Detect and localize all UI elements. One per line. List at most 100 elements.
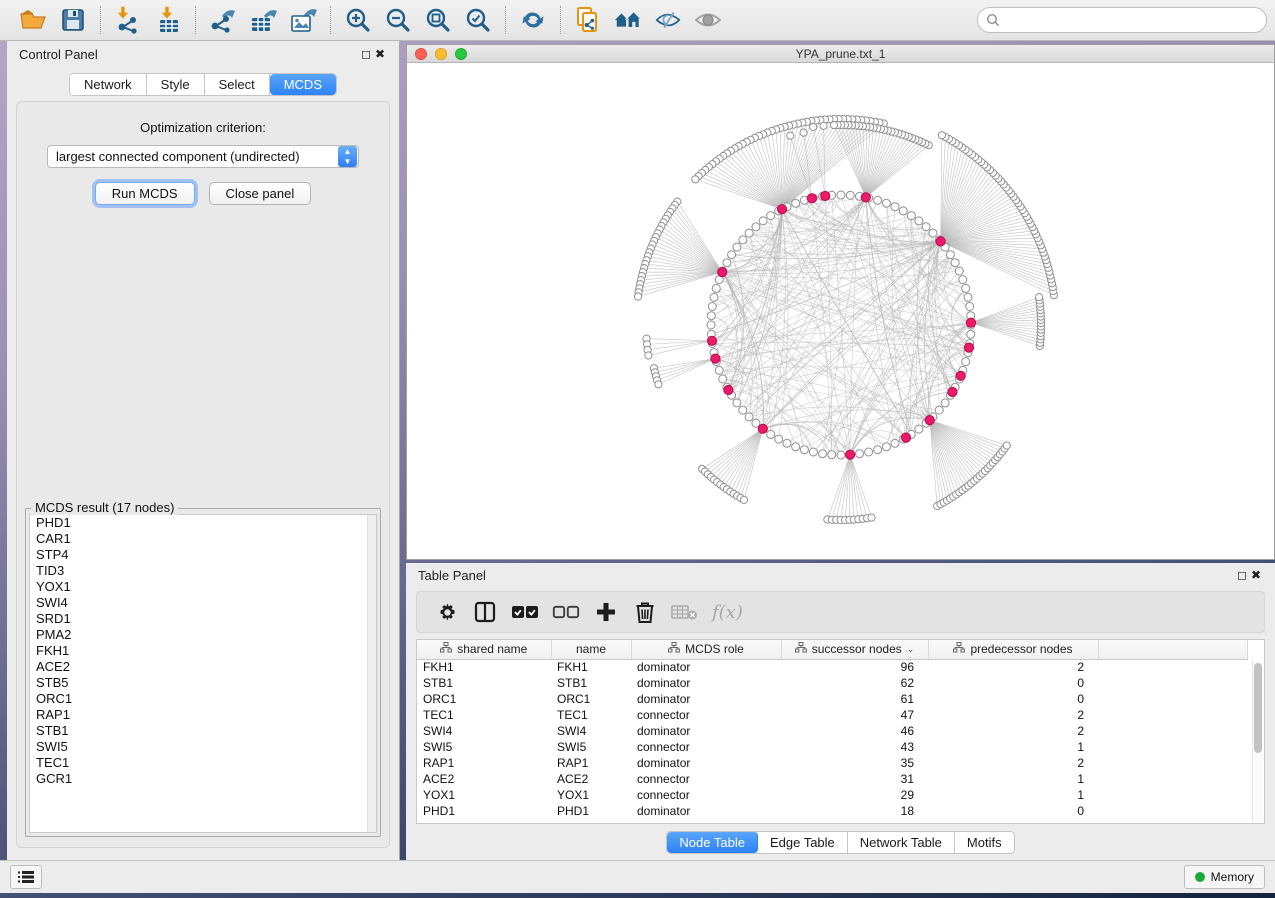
network-window-title: YPA_prune.txt_1: [407, 47, 1274, 61]
table-cell: [1098, 659, 1247, 675]
optimization-criterion-label: Optimization criterion:: [17, 120, 389, 135]
clone-network-button[interactable]: [573, 5, 603, 35]
column-view-button[interactable]: [472, 599, 498, 625]
tab-style[interactable]: Style: [147, 74, 205, 95]
zoom-fit-icon: [424, 6, 452, 34]
table-cell: connector: [631, 787, 781, 803]
tab-select[interactable]: Select: [205, 74, 270, 95]
list-item[interactable]: YOX1: [30, 579, 376, 595]
save-icon: [60, 7, 86, 33]
zoom-out-button[interactable]: [383, 5, 413, 35]
memory-button[interactable]: Memory: [1184, 865, 1265, 889]
deselect-all-rows-button[interactable]: [552, 599, 580, 625]
optimization-criterion-select[interactable]: largest connected component (undirected)…: [47, 145, 359, 168]
table-row[interactable]: SWI4SWI4dominator462: [417, 723, 1247, 739]
list-item[interactable]: PMA2: [30, 627, 376, 643]
list-item[interactable]: FKH1: [30, 643, 376, 659]
column-header-MCDS-role[interactable]: MCDS role: [631, 640, 781, 659]
table-row[interactable]: TEC1TEC1connector472: [417, 707, 1247, 723]
table-cell: 1: [928, 787, 1098, 803]
zoom-in-icon: [344, 6, 372, 34]
first-neighbors-button[interactable]: [613, 5, 643, 35]
select-all-rows-button[interactable]: [511, 599, 539, 625]
export-network-button[interactable]: [208, 5, 238, 35]
table-scrollbar[interactable]: [1252, 661, 1263, 822]
table-cell: dominator: [631, 659, 781, 675]
table-row[interactable]: ACE2ACE2connector311: [417, 771, 1247, 787]
list-item[interactable]: SWI5: [30, 739, 376, 755]
zoom-in-button[interactable]: [343, 5, 373, 35]
list-item[interactable]: PHD1: [30, 515, 376, 531]
table-cell: dominator: [631, 723, 781, 739]
open-session-button[interactable]: [18, 5, 48, 35]
table-row[interactable]: RAP1RAP1dominator352: [417, 755, 1247, 771]
apply-layout-button[interactable]: [518, 5, 548, 35]
column-header-successor-nodes[interactable]: successor nodes⌄: [781, 640, 928, 659]
import-network-button[interactable]: [113, 5, 143, 35]
eye-slash-icon: [653, 7, 683, 33]
list-item[interactable]: SWI4: [30, 595, 376, 611]
close-panel-button[interactable]: Close panel: [209, 182, 312, 205]
show-panels-menu-button[interactable]: [10, 865, 42, 889]
list-item[interactable]: ORC1: [30, 691, 376, 707]
result-list-scrollbar[interactable]: [367, 515, 376, 832]
hide-selected-button[interactable]: [653, 5, 683, 35]
list-item[interactable]: SRD1: [30, 611, 376, 627]
table-cell: 0: [928, 691, 1098, 707]
close-table-panel-icon[interactable]: ✖: [1249, 568, 1263, 582]
zoom-selected-button[interactable]: [463, 5, 493, 35]
close-panel-icon[interactable]: ✖: [373, 47, 387, 61]
tab-edge-table[interactable]: Edge Table: [758, 832, 848, 853]
table-cell: STB1: [417, 675, 551, 691]
show-hidden-button[interactable]: [693, 5, 723, 35]
delete-column-button[interactable]: [632, 599, 658, 625]
add-column-button[interactable]: [593, 599, 619, 625]
export-image-button[interactable]: [288, 5, 318, 35]
import-table-icon: [154, 6, 182, 34]
save-session-button[interactable]: [58, 5, 88, 35]
list-item[interactable]: TEC1: [30, 755, 376, 771]
search-input[interactable]: [1005, 13, 1258, 27]
list-item[interactable]: STB5: [30, 675, 376, 691]
table-cell: dominator: [631, 755, 781, 771]
list-item[interactable]: STP4: [30, 547, 376, 563]
table-cell: [1098, 803, 1247, 819]
float-table-panel-icon[interactable]: ◻: [1235, 568, 1249, 582]
search-icon: [986, 13, 1000, 27]
network-canvas[interactable]: [407, 63, 1274, 559]
import-network-icon: [114, 6, 142, 34]
table-cell: 2: [928, 755, 1098, 771]
list-item[interactable]: CAR1: [30, 531, 376, 547]
column-header-name[interactable]: name: [551, 640, 631, 659]
table-row[interactable]: YOX1YOX1connector291: [417, 787, 1247, 803]
run-mcds-button[interactable]: Run MCDS: [95, 182, 195, 205]
table-row[interactable]: PHD1PHD1dominator180: [417, 803, 1247, 819]
table-cell: TEC1: [551, 707, 631, 723]
mcds-result-list[interactable]: PHD1CAR1STP4TID3YOX1SWI4SRD1PMA2FKH1ACE2…: [29, 514, 377, 833]
table-row[interactable]: SWI5SWI5connector431: [417, 739, 1247, 755]
zoom-fit-button[interactable]: [423, 5, 453, 35]
list-item[interactable]: GCR1: [30, 771, 376, 787]
tab-network[interactable]: Network: [70, 74, 147, 95]
table-row[interactable]: ORC1ORC1dominator610: [417, 691, 1247, 707]
table-row[interactable]: FKH1FKH1dominator962: [417, 659, 1247, 675]
list-item[interactable]: ACE2: [30, 659, 376, 675]
table-cell: 18: [781, 803, 928, 819]
network-window-titlebar[interactable]: YPA_prune.txt_1: [407, 45, 1274, 63]
tab-mcds[interactable]: MCDS: [270, 74, 336, 95]
table-row[interactable]: STB1STB1dominator620: [417, 675, 1247, 691]
column-header-shared-name[interactable]: shared name: [417, 640, 551, 659]
tab-network-table[interactable]: Network Table: [848, 832, 955, 853]
table-cell: 62: [781, 675, 928, 691]
column-header-predecessor-nodes[interactable]: predecessor nodes: [928, 640, 1098, 659]
float-panel-icon[interactable]: ◻: [359, 47, 373, 61]
tab-node-table[interactable]: Node Table: [667, 832, 758, 853]
tab-motifs[interactable]: Motifs: [955, 832, 1014, 853]
export-table-button[interactable]: [248, 5, 278, 35]
list-item[interactable]: TID3: [30, 563, 376, 579]
table-settings-button[interactable]: [433, 599, 459, 625]
search-box[interactable]: [977, 7, 1267, 33]
list-item[interactable]: STB1: [30, 723, 376, 739]
import-table-button[interactable]: [153, 5, 183, 35]
list-item[interactable]: RAP1: [30, 707, 376, 723]
